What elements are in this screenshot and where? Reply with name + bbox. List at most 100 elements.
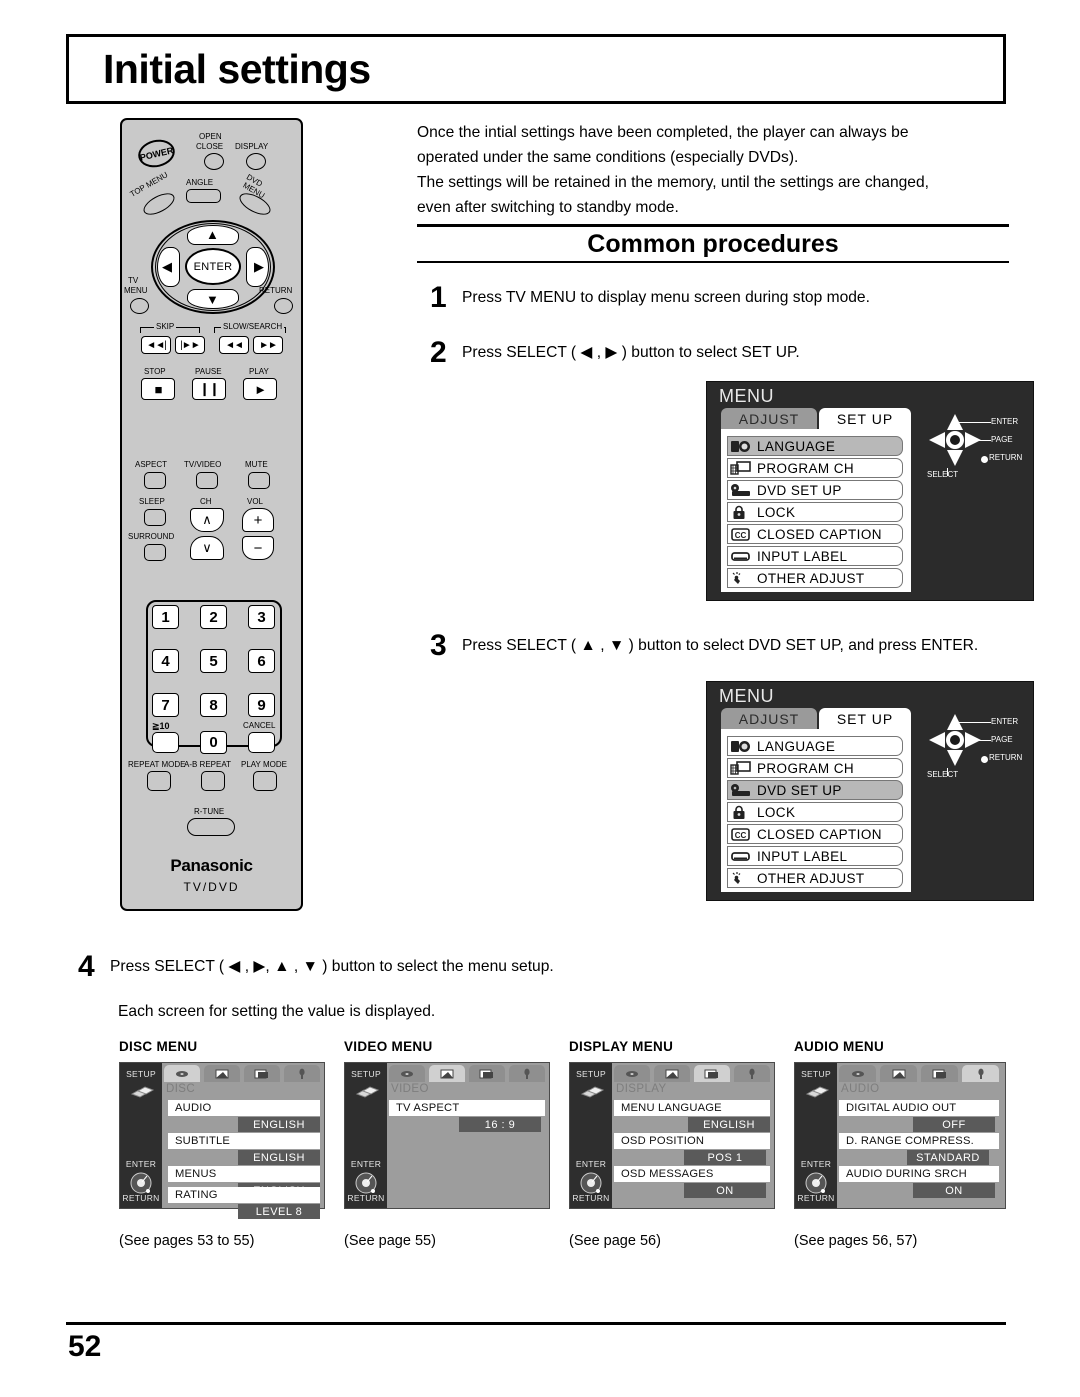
osd-item-other-adjust[interactable]: OTHER ADJUST: [727, 868, 903, 888]
tab-adjust[interactable]: ADJUST: [721, 708, 817, 730]
setting-value[interactable]: STANDARD: [907, 1150, 989, 1165]
direction-pad[interactable]: ▲ ▼ ◀ ▶ ENTER: [151, 220, 275, 314]
osd-item-closed-caption[interactable]: CC CLOSED CAPTION: [727, 524, 903, 544]
osd-item-dvd-set-up[interactable]: DVD SET UP: [727, 480, 903, 500]
angle-button[interactable]: [186, 189, 221, 203]
setting-value[interactable]: LEVEL 8: [238, 1204, 320, 1219]
tab-disc[interactable]: [839, 1065, 876, 1082]
setting-value[interactable]: OFF: [913, 1117, 995, 1132]
setting-row[interactable]: SUBTITLE: [168, 1133, 320, 1149]
key-8[interactable]: 8: [200, 693, 227, 717]
skip-previous-button[interactable]: ◄◄|: [141, 336, 171, 354]
setting-value[interactable]: ON: [913, 1183, 995, 1198]
r-tune-button[interactable]: [187, 818, 235, 836]
setting-row[interactable]: D. RANGE COMPRESS.: [839, 1133, 999, 1149]
key-7[interactable]: 7: [152, 693, 179, 717]
top-menu-button[interactable]: [140, 188, 178, 220]
power-button[interactable]: POWER: [135, 136, 178, 171]
tab-audio[interactable]: [284, 1065, 320, 1082]
tab-set-up[interactable]: SET UP: [819, 708, 911, 730]
step-3-text: Press SELECT ( ▲ , ▼ ) button to select …: [462, 637, 979, 654]
sleep-button[interactable]: [144, 509, 166, 526]
tab-video[interactable]: [429, 1065, 465, 1082]
osd-item-other-adjust[interactable]: OTHER ADJUST: [727, 568, 903, 588]
key-3[interactable]: 3: [248, 605, 275, 629]
setting-row[interactable]: RATING: [168, 1187, 320, 1203]
play-button[interactable]: ►: [243, 378, 277, 400]
tab-display[interactable]: [694, 1065, 730, 1082]
play-mode-button[interactable]: [253, 771, 277, 791]
tv-menu-button[interactable]: [130, 298, 149, 314]
setting-row[interactable]: OSD MESSAGES: [614, 1166, 770, 1182]
search-forward-button[interactable]: ►►: [253, 336, 283, 354]
tab-disc[interactable]: [614, 1065, 650, 1082]
osd-item-closed-caption[interactable]: CC CLOSED CAPTION: [727, 824, 903, 844]
setting-row[interactable]: MENU LANGUAGE: [614, 1100, 770, 1116]
enter-button[interactable]: ENTER: [185, 248, 241, 285]
mute-button[interactable]: [248, 472, 270, 489]
stop-button[interactable]: ■: [141, 378, 175, 400]
tab-video[interactable]: [880, 1065, 917, 1082]
tab-video[interactable]: [654, 1065, 690, 1082]
tab-display[interactable]: [921, 1065, 958, 1082]
setting-row[interactable]: DIGITAL AUDIO OUT: [839, 1100, 999, 1116]
tab-disc[interactable]: [164, 1065, 200, 1082]
key-1[interactable]: 1: [152, 605, 179, 629]
osd-item-lock[interactable]: LOCK: [727, 802, 903, 822]
dvd-setup-icon: [730, 483, 752, 498]
channel-down-button[interactable]: ∨: [190, 536, 224, 560]
setting-row[interactable]: AUDIO: [168, 1100, 320, 1116]
tab-audio[interactable]: [734, 1065, 770, 1082]
volume-down-button[interactable]: −: [242, 536, 274, 560]
key-5[interactable]: 5: [200, 649, 227, 673]
osd-item-dvd-set-up[interactable]: DVD SET UP: [727, 780, 903, 800]
osd-item-language[interactable]: LANGUAGE: [727, 736, 903, 756]
osd-item-program-ch[interactable]: PROGRAM CH: [727, 758, 903, 778]
osd-item-language[interactable]: LANGUAGE: [727, 436, 903, 456]
ab-repeat-button[interactable]: [201, 771, 225, 791]
key-6[interactable]: 6: [248, 649, 275, 673]
display-button[interactable]: [246, 153, 266, 170]
return-button[interactable]: [274, 298, 293, 314]
skip-next-button[interactable]: |►►: [175, 336, 205, 354]
aspect-button[interactable]: [144, 472, 166, 489]
setting-value[interactable]: POS 1: [684, 1150, 766, 1165]
key-9[interactable]: 9: [248, 693, 275, 717]
key-0[interactable]: 0: [200, 731, 227, 754]
tab-audio[interactable]: [509, 1065, 545, 1082]
channel-up-button[interactable]: ∧: [190, 508, 224, 532]
tab-video[interactable]: [204, 1065, 240, 1082]
tab-display[interactable]: [469, 1065, 505, 1082]
key-4[interactable]: 4: [152, 649, 179, 673]
osd-item-lock[interactable]: LOCK: [727, 502, 903, 522]
volume-up-button[interactable]: +: [242, 508, 274, 532]
tab-audio[interactable]: [962, 1065, 999, 1082]
setting-row[interactable]: OSD POSITION: [614, 1133, 770, 1149]
input-label-icon: [730, 549, 752, 564]
setup-body: DISC AUDIO ENGLISH SUBTITLE ENGLISH MENU…: [162, 1063, 324, 1219]
surround-button[interactable]: [144, 544, 166, 561]
setting-value[interactable]: ENGLISH: [238, 1117, 320, 1132]
setting-row[interactable]: AUDIO DURING SRCH: [839, 1166, 999, 1182]
osd-item-input-label[interactable]: INPUT LABEL: [727, 846, 903, 866]
search-reverse-button[interactable]: ◄◄: [219, 336, 249, 354]
tv-video-button[interactable]: [196, 472, 218, 489]
repeat-mode-button[interactable]: [147, 771, 171, 791]
setting-value[interactable]: 16 : 9: [459, 1117, 541, 1132]
pause-button[interactable]: ❙❙: [192, 378, 226, 400]
tab-adjust[interactable]: ADJUST: [721, 408, 817, 430]
tab-display[interactable]: [244, 1065, 280, 1082]
key-2[interactable]: 2: [200, 605, 227, 629]
over-10-button[interactable]: [152, 732, 179, 753]
setting-value[interactable]: ON: [684, 1183, 766, 1198]
setting-value[interactable]: ENGLISH: [688, 1117, 770, 1132]
osd-item-program-ch[interactable]: PROGRAM CH: [727, 458, 903, 478]
tab-disc[interactable]: [389, 1065, 425, 1082]
tab-set-up[interactable]: SET UP: [819, 408, 911, 430]
open-close-button[interactable]: [204, 153, 224, 170]
setting-row[interactable]: MENUS: [168, 1166, 320, 1182]
cancel-button[interactable]: [248, 732, 275, 753]
setting-row[interactable]: TV ASPECT: [389, 1100, 545, 1116]
osd-item-input-label[interactable]: INPUT LABEL: [727, 546, 903, 566]
setting-value[interactable]: ENGLISH: [238, 1150, 320, 1165]
